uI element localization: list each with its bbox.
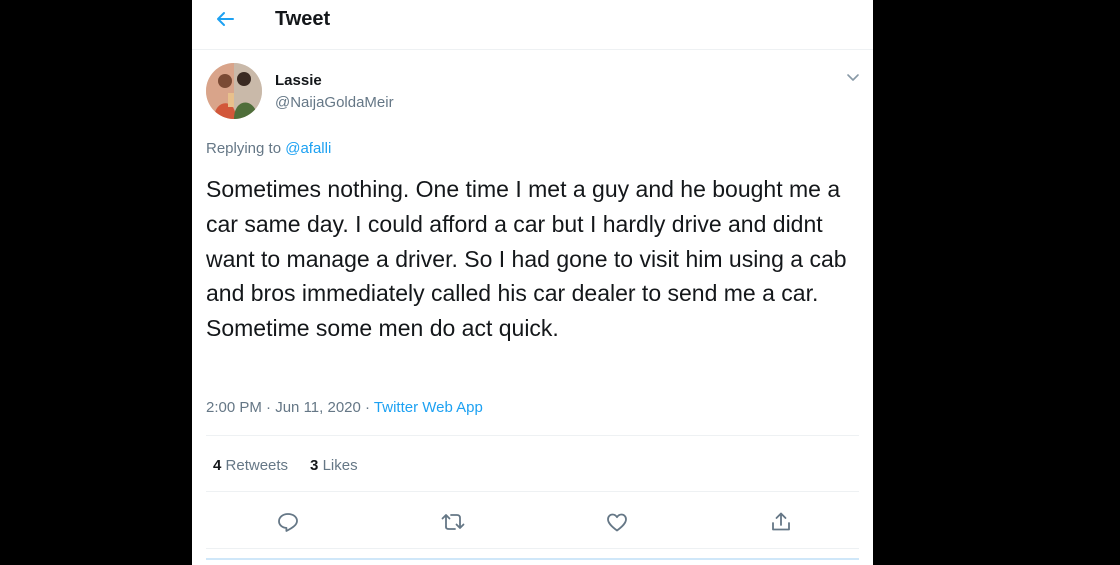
meta-separator: · (360, 399, 374, 416)
retweet-button[interactable] (438, 507, 468, 537)
reply-button[interactable] (273, 507, 303, 537)
likes-label: Likes (322, 457, 358, 474)
share-icon (772, 512, 790, 531)
author-handle[interactable]: @NaijaGoldaMeir (275, 94, 394, 111)
retweets-stat[interactable]: 4 Retweets (213, 457, 288, 474)
tweet-stats: 4 Retweets 3 Likes (213, 457, 358, 474)
more-options-button[interactable] (844, 68, 862, 86)
page-title: Tweet (275, 8, 331, 30)
avatar[interactable] (206, 63, 262, 119)
arrow-left-icon (217, 12, 234, 26)
like-button[interactable] (602, 507, 632, 537)
retweets-count: 4 (213, 457, 222, 474)
meta-separator: · (261, 399, 276, 416)
replying-prefix: Replying to (206, 140, 282, 157)
tweet-meta: 2:00 PM · Jun 11, 2020 · Twitter Web App (206, 399, 483, 416)
divider (206, 435, 859, 436)
tweet-source-link[interactable]: Twitter Web App (374, 399, 483, 416)
back-button[interactable] (208, 6, 242, 32)
next-item-edge (206, 558, 859, 565)
likes-count: 3 (310, 457, 319, 474)
avatar-image (206, 63, 262, 119)
tweet-date[interactable]: Jun 11, 2020 (275, 399, 361, 416)
reply-icon (278, 513, 298, 532)
divider (206, 491, 859, 492)
likes-stat[interactable]: 3 Likes (310, 457, 358, 474)
replying-handle-link[interactable]: @afalli (285, 140, 331, 157)
tweet-panel: Tweet Lassie @NaijaGoldaMeir Replying to… (192, 0, 873, 565)
tweet-time[interactable]: 2:00 PM (206, 399, 262, 416)
retweets-label: Retweets (225, 457, 289, 474)
tweet-text: Sometimes nothing. One time I met a guy … (206, 176, 847, 342)
header-bar: Tweet (192, 0, 873, 50)
share-button[interactable] (766, 507, 796, 537)
chevron-down-icon (847, 74, 859, 81)
replying-to: Replying to @afalli (206, 140, 331, 157)
author-name[interactable]: Lassie (275, 72, 322, 89)
retweet-icon (441, 514, 465, 530)
divider (206, 548, 859, 549)
like-icon (607, 513, 627, 532)
